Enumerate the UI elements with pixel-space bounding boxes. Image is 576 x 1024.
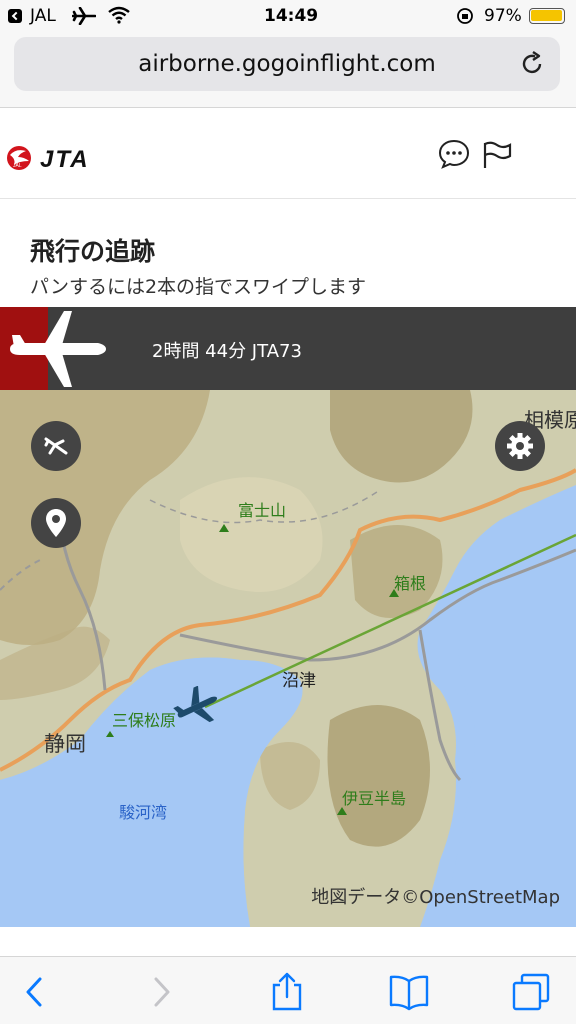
flight-info-bar: 2時間 44分 JTA73	[0, 307, 576, 390]
battery-icon	[529, 8, 565, 24]
airplane-mode-icon	[72, 7, 96, 25]
flight-duration-and-number: 2時間 44分 JTA73	[152, 341, 302, 362]
svg-text:JAL: JAL	[13, 163, 22, 169]
aircraft-position-icon	[173, 686, 218, 723]
map-label-shizuoka: 静岡	[44, 732, 86, 756]
map-label-izu: 伊豆半島	[342, 789, 407, 808]
settings-gear-icon	[507, 433, 533, 459]
url-text: airborne.gogoinflight.com	[138, 51, 436, 77]
flight-mode-button[interactable]	[31, 421, 81, 471]
flag-icon[interactable]	[482, 141, 512, 169]
battery-percent: 97%	[484, 6, 522, 26]
wifi-icon	[108, 6, 130, 24]
map-label-suruga-bay: 駿河湾	[119, 803, 168, 822]
map-label-numazu: 沼津	[282, 671, 316, 691]
bookmarks-icon[interactable]	[388, 971, 430, 1013]
browser-toolbar	[0, 956, 576, 1024]
share-icon[interactable]	[266, 971, 308, 1013]
map-label-hakone: 箱根	[394, 574, 427, 593]
clock: 14:49	[264, 6, 319, 26]
map-label-fuji: 富士山	[238, 501, 287, 520]
brand-wordmark: JTA	[40, 146, 90, 173]
site-header: JAL JTA	[0, 109, 576, 199]
forward-arrow-icon[interactable]	[140, 971, 182, 1013]
map-attribution: 地図データ©OpenStreetMap	[311, 887, 560, 908]
map-label-miho: 三保松原	[112, 711, 177, 730]
flight-map[interactable]: 富士山 箱根 沼津 三保松原 静岡 駿河湾 伊豆半島 相模原 地図データ©Ope…	[0, 390, 576, 927]
jal-crane-logo: JAL	[7, 146, 31, 170]
back-arrow-icon[interactable]	[14, 971, 56, 1013]
location-button[interactable]	[31, 498, 81, 548]
map-terrain	[0, 390, 576, 927]
airplane-icon	[10, 311, 106, 387]
page-title: 飛行の追跡	[30, 237, 156, 266]
url-bar[interactable]: airborne.gogoinflight.com	[14, 37, 560, 91]
carrier-label: JAL	[30, 6, 56, 26]
tabs-icon[interactable]	[510, 971, 552, 1013]
browser-address-area: airborne.gogoinflight.com	[0, 32, 576, 108]
reload-icon[interactable]	[520, 51, 546, 77]
location-pin-icon	[46, 509, 66, 537]
page-subtitle: パンするには2本の指でスワイプします	[30, 276, 367, 298]
back-to-app-icon[interactable]	[8, 9, 22, 23]
status-bar: JAL 14:49 97%	[0, 0, 576, 32]
settings-button[interactable]	[495, 421, 545, 471]
rotation-lock-icon	[457, 8, 473, 24]
chat-icon[interactable]	[438, 139, 470, 169]
flight-mode-icon	[44, 437, 68, 455]
